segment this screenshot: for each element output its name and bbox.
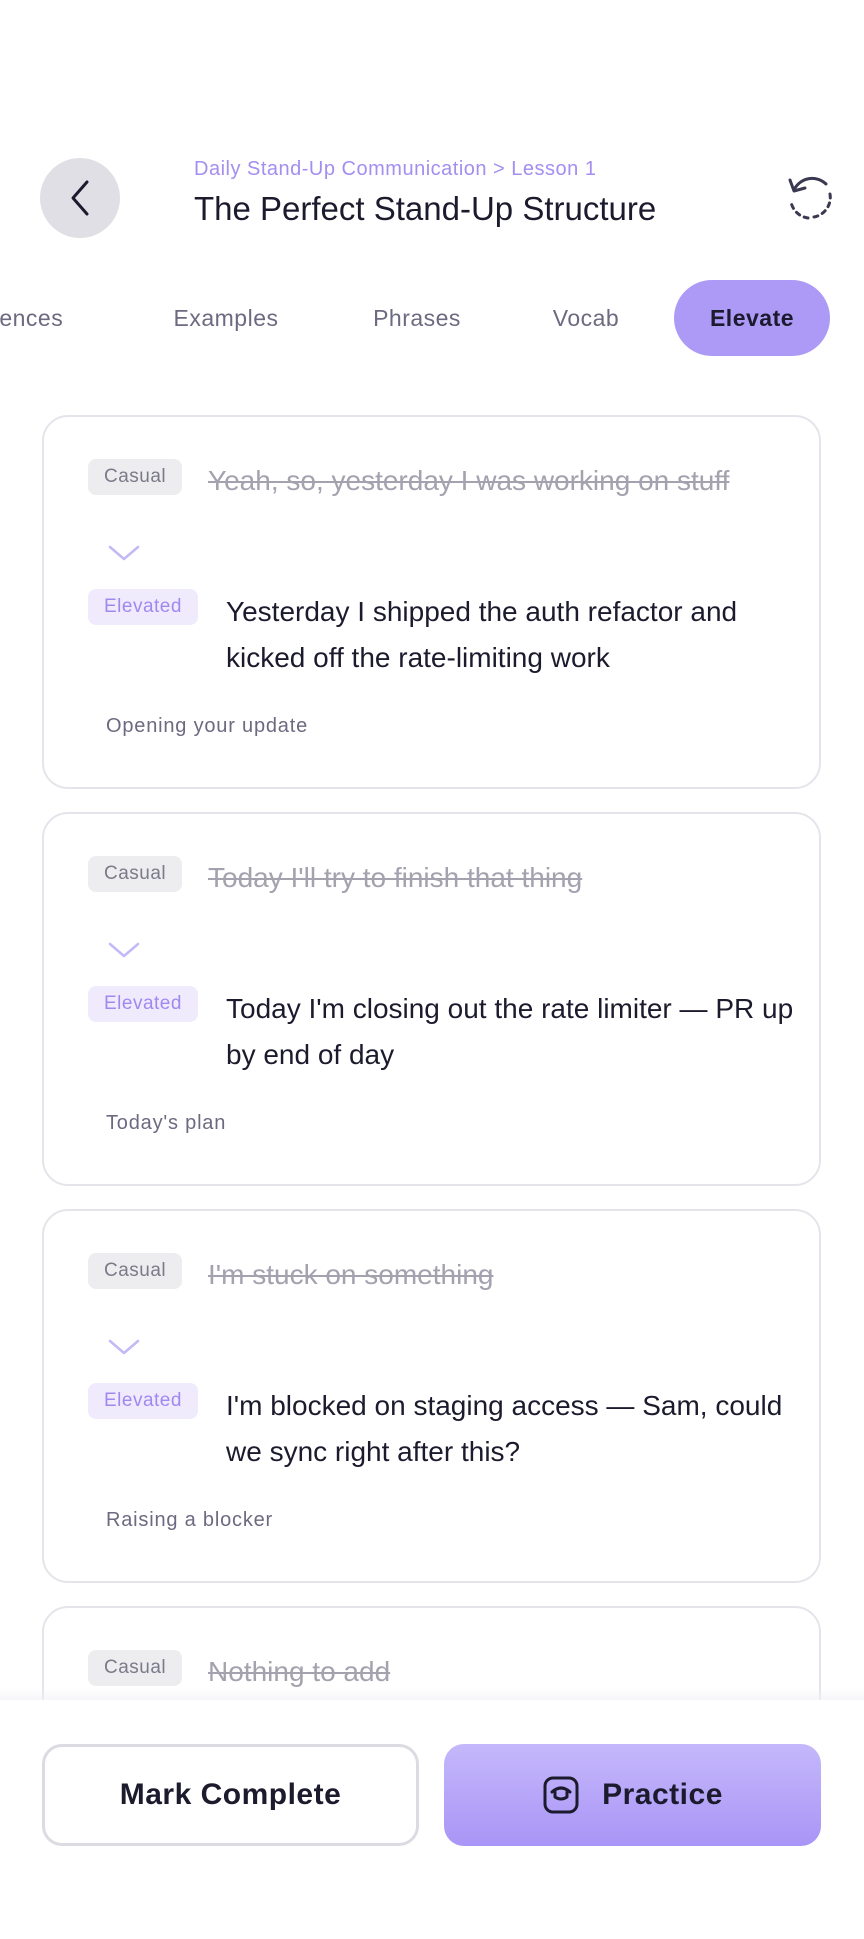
casual-phrase: Today I'll try to finish that thing <box>208 862 583 893</box>
elevated-phrase: Today I'm closing out the rate limiter —… <box>226 993 794 1070</box>
casual-tag: Casual <box>88 856 183 892</box>
mark-complete-button[interactable]: Mark Complete <box>42 1744 419 1846</box>
back-button[interactable] <box>40 158 120 238</box>
casual-phrase: Yeah, so, yesterday I was working on stu… <box>208 465 730 496</box>
elevated-tag: Elevated <box>88 589 198 625</box>
casual-tag: Casual <box>88 1253 183 1289</box>
elevated-tag: Elevated <box>88 986 198 1022</box>
phrase-card: Casual Today I'll try to finish that thi… <box>42 812 821 1186</box>
tab-examples[interactable]: Examples <box>148 280 304 356</box>
casual-tag: Casual <box>88 459 183 495</box>
practice-label: Practice <box>602 1778 723 1811</box>
context-label: Opening your update <box>106 715 309 737</box>
page-title: The Perfect Stand-Up Structure <box>194 190 657 227</box>
casual-phrase: I'm stuck on something <box>208 1259 494 1290</box>
elevated-phrase: Yesterday I shipped the auth refactor an… <box>226 596 738 673</box>
context-label: Raising a blocker <box>106 1509 274 1531</box>
restart-icon <box>788 176 832 220</box>
chevron-left-icon <box>71 180 89 216</box>
tab-elevate[interactable]: Elevate <box>674 280 830 356</box>
phrase-card: Casual I'm stuck on something Elevated I… <box>42 1209 821 1583</box>
tab-bar: Sentences Examples Phrases Vocab Elevate <box>0 280 864 356</box>
elevated-tag: Elevated <box>88 1383 198 1419</box>
practice-icon <box>543 1776 579 1814</box>
context-label: Today's plan <box>106 1112 227 1134</box>
restart-button[interactable] <box>784 172 836 224</box>
header: Daily Stand-Up Communication > Lesson 1 … <box>0 0 864 260</box>
chevron-down-icon <box>108 942 140 958</box>
practice-button[interactable]: Practice <box>444 1744 821 1846</box>
casual-phrase: Nothing to add <box>208 1656 391 1687</box>
tab-phrases[interactable]: Phrases <box>350 280 484 356</box>
elevated-phrase: I'm blocked on staging access — Sam, cou… <box>226 1390 783 1467</box>
tab-sentences[interactable]: Sentences <box>0 280 94 356</box>
casual-tag: Casual <box>88 1650 183 1686</box>
tab-vocab[interactable]: Vocab <box>530 280 642 356</box>
footer-bar: Mark Complete Practice <box>0 1700 864 1939</box>
breadcrumb: Daily Stand-Up Communication > Lesson 1 <box>194 158 597 180</box>
chevron-down-icon <box>108 1339 140 1355</box>
chevron-down-icon <box>108 545 140 561</box>
phrase-card: Casual Yeah, so, yesterday I was working… <box>42 415 821 789</box>
